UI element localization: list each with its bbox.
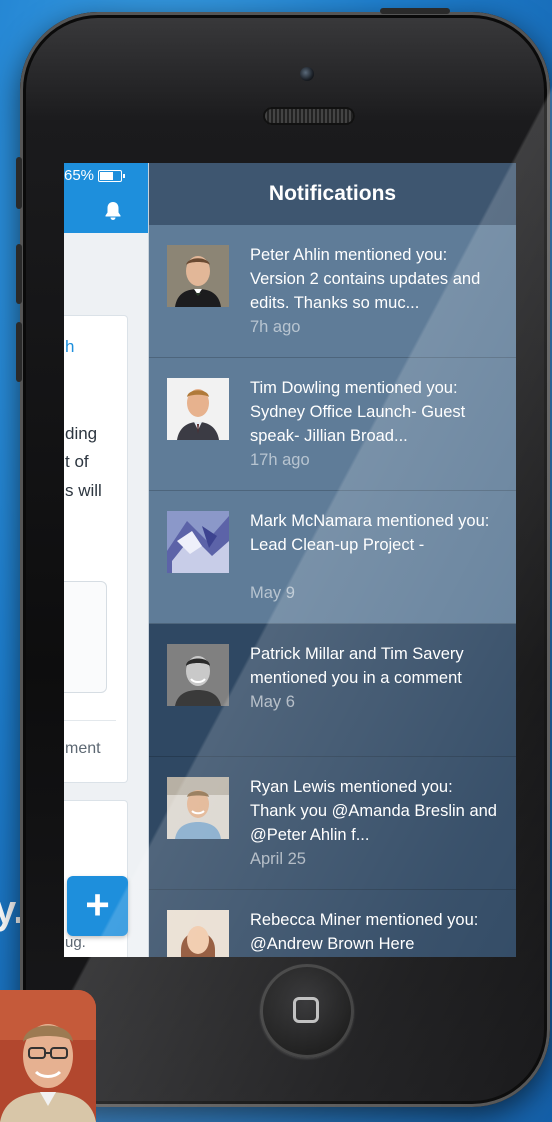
avatar [167,245,229,307]
notification-message: Mark McNamara mentioned you: Lead Clean-… [250,512,490,554]
notification-item[interactable]: Peter Ahlin mentioned you: Version 2 con… [149,225,516,358]
compose-button[interactable]: + [67,876,128,936]
background-app: 65% h ding t of s will ment ug. [64,163,149,957]
battery-icon [98,170,126,183]
power-button [380,8,450,14]
feed-card[interactable]: h ding t of s will ment [64,315,128,783]
notification-item[interactable]: Tim Dowling mentioned you: Sydney Office… [149,358,516,491]
card-divider [64,720,116,721]
notifications-panel: Notifications Peter Ahlin mentioned you:… [149,163,516,957]
card-text-fragment: s will [65,481,102,500]
comment-input[interactable] [64,581,107,693]
app-header [64,189,148,233]
panel-title: Notifications [149,163,516,225]
avatar [167,378,229,440]
notification-message: Ryan Lewis mentioned you: Thank you @Ama… [250,778,497,844]
notification-message: Tim Dowling mentioned you: Sydney Office… [250,379,466,445]
avatar [167,644,229,706]
volume-down-button [16,322,22,382]
notification-message: Peter Ahlin mentioned you: Version 2 con… [250,246,481,312]
home-button[interactable] [260,964,354,1058]
battery-percent: 65% [64,167,95,184]
notification-time: May 9 [250,584,295,602]
mute-switch [16,157,22,209]
notification-item[interactable]: Mark McNamara mentioned you: Lead Clean-… [149,491,516,624]
card-text-fragment: ug. [65,934,86,951]
status-bar: 65% [64,163,148,189]
card-link-fragment[interactable]: h [65,337,74,357]
notification-time: April 25 [250,850,306,868]
notification-message: Patrick Millar and Tim Savery mentioned … [250,645,464,687]
presenter-photo [0,990,96,1122]
avatar [167,511,229,573]
notification-item[interactable]: Patrick Millar and Tim Savery mentioned … [149,624,516,757]
avatar [167,777,229,839]
notification-item[interactable]: Ryan Lewis mentioned you: Thank you @Ama… [149,757,516,890]
comment-link[interactable]: ment [65,740,101,758]
home-square-icon [293,997,319,1023]
front-camera [300,67,314,81]
bell-icon[interactable] [104,201,122,221]
notification-item[interactable]: Rebecca Miner mentioned you: @Andrew Bro… [149,890,516,957]
card-text-fragment: t of [65,452,89,471]
notification-time: 17h ago [250,451,310,469]
avatar [167,910,229,957]
card-text-fragment: ding [65,424,98,443]
notification-time: May 6 [250,693,295,711]
earpiece-speaker [263,107,355,125]
notification-time: 7h ago [250,318,301,336]
volume-up-button [16,244,22,304]
phone-screen: 65% h ding t of s will ment ug. + Notifi… [64,163,516,957]
notification-message: Rebecca Miner mentioned you: @Andrew Bro… [250,911,479,953]
